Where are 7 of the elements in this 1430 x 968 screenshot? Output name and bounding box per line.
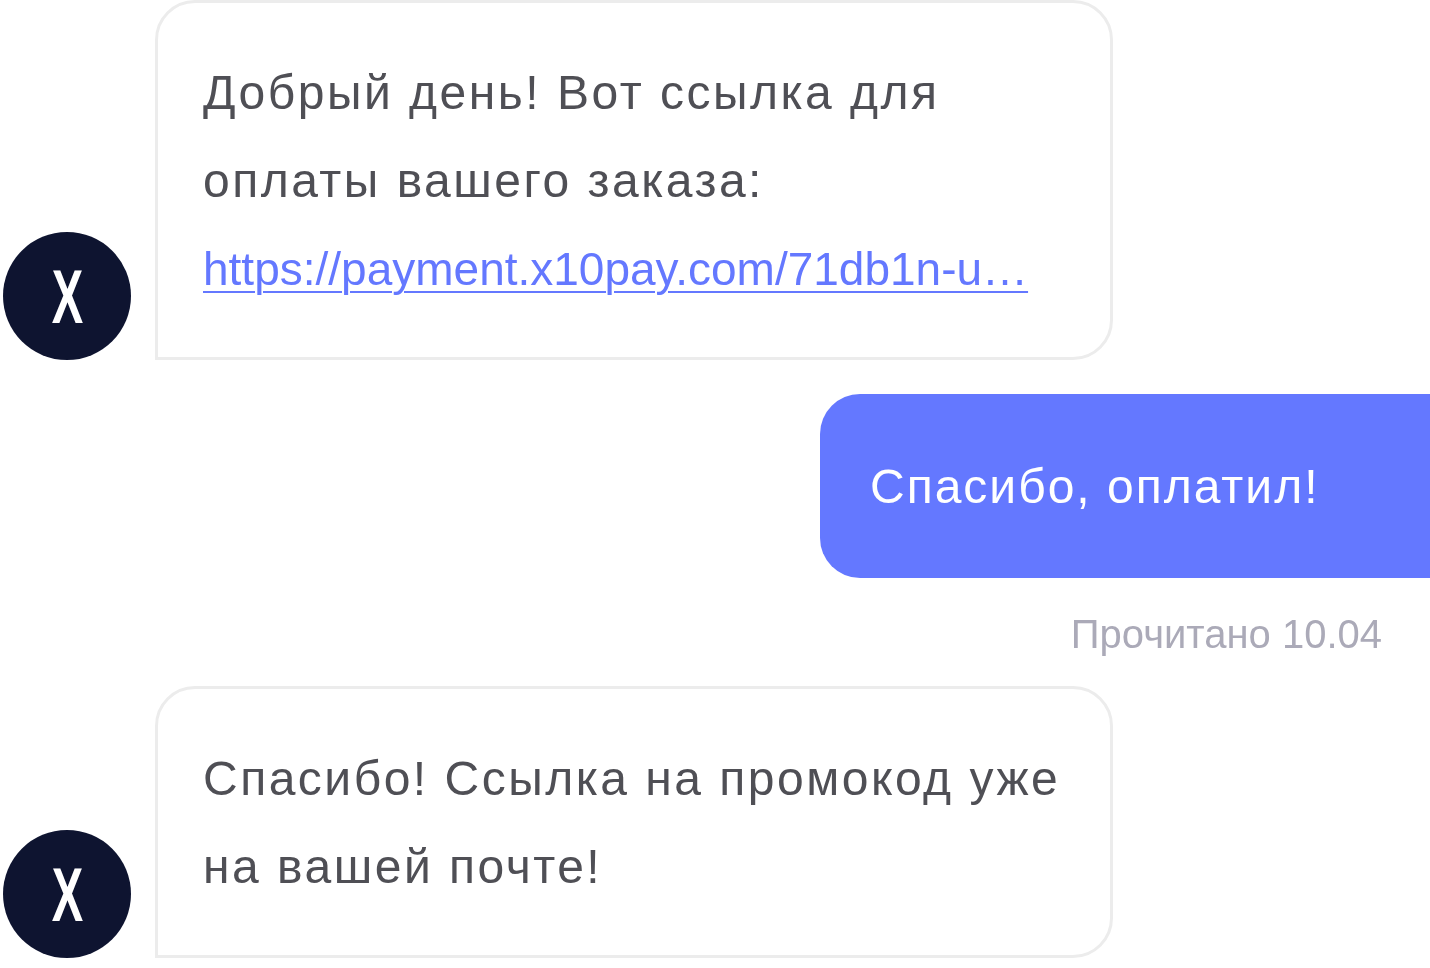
payment-link[interactable]: https://payment.x10pay.com/71db1n-u…: [203, 225, 1110, 313]
message-text: Спасибо, оплатил!: [870, 458, 1320, 514]
message-text: Добрый день! Вот ссылка для оплаты вашего заказа:: [203, 65, 941, 209]
avatar: X: [3, 830, 131, 958]
avatar: X: [3, 232, 131, 360]
message-text: Спасибо! Ссылка на промокод уже на вашей почте!: [203, 751, 1062, 895]
read-status: Прочитано 10.04: [1070, 611, 1382, 658]
